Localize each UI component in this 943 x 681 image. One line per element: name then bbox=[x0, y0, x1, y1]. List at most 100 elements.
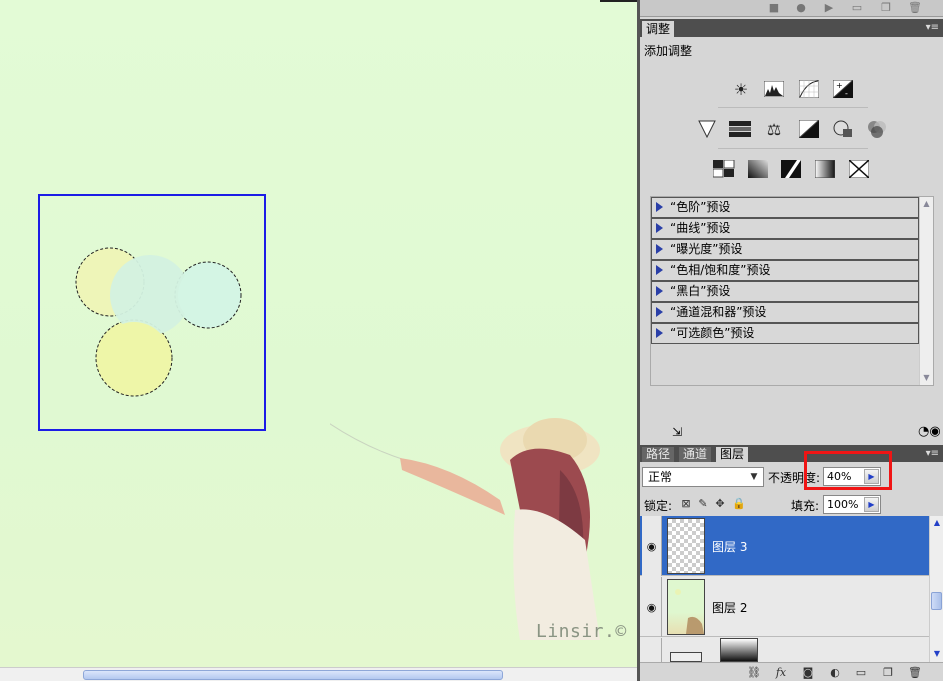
invert-icon[interactable] bbox=[713, 158, 735, 180]
expand-triangle-icon[interactable] bbox=[656, 307, 663, 317]
adjustment-row-2: ⚖ bbox=[640, 118, 943, 140]
blend-mode-select[interactable]: 正常 ▼ bbox=[642, 467, 764, 487]
layer-thumbnail-image bbox=[675, 589, 704, 634]
fill-field[interactable]: 100% ▶ bbox=[823, 495, 881, 514]
new-layer-icon[interactable]: ❐ bbox=[880, 665, 896, 680]
fill-label: 填充: bbox=[791, 499, 820, 513]
expand-triangle-icon[interactable] bbox=[656, 286, 663, 296]
layer-list: ◉ 图层 3 ◉ 图层 2 ▲ ▼ bbox=[640, 516, 943, 662]
link-layers-icon[interactable]: ⛓ bbox=[746, 665, 762, 680]
gradient-map-icon[interactable] bbox=[814, 158, 836, 180]
eye-slot[interactable] bbox=[642, 638, 662, 662]
list-item[interactable]: “通道混和器”预设 bbox=[651, 302, 919, 323]
layer-name[interactable]: 图层 2 bbox=[712, 599, 747, 616]
lock-transparent-icon[interactable]: ⊠ bbox=[680, 497, 692, 510]
record-icon[interactable]: ● bbox=[795, 2, 807, 14]
svg-text:-: - bbox=[845, 89, 848, 98]
right-panels: ■ ● ▶ ▭ ❐ 🗑 调整 ▾≡ 添加调整 ☀ + - ⚖ “色阶”预设 “曲… bbox=[640, 0, 943, 681]
list-item[interactable]: “可选颜色”预设 bbox=[651, 323, 919, 344]
exposure-icon[interactable]: + - bbox=[832, 78, 854, 100]
layer-thumbnail bbox=[667, 579, 705, 635]
list-item[interactable]: “曲线”预设 bbox=[651, 218, 919, 239]
horizontal-scrollbar[interactable] bbox=[0, 667, 637, 681]
layer-thumbnail bbox=[667, 518, 705, 574]
presets-scrollbar[interactable]: ▲ ▼ bbox=[919, 197, 933, 385]
black-white-icon[interactable] bbox=[798, 118, 820, 140]
layer-row[interactable]: ◉ 图层 2 bbox=[640, 577, 929, 637]
levels-icon[interactable] bbox=[763, 78, 785, 100]
scroll-up-icon[interactable]: ▲ bbox=[922, 199, 931, 208]
panel-menu-icon[interactable]: ▾≡ bbox=[926, 449, 939, 459]
top-panel-strip: ■ ● ▶ ▭ ❐ 🗑 bbox=[640, 0, 943, 17]
stop-icon[interactable]: ■ bbox=[768, 2, 780, 14]
scroll-down-icon[interactable]: ▼ bbox=[932, 649, 942, 659]
threshold-icon[interactable] bbox=[780, 158, 802, 180]
panel-menu-icon[interactable]: ▾≡ bbox=[926, 23, 939, 33]
list-item[interactable]: “色阶”预设 bbox=[651, 197, 919, 218]
fx-icon[interactable]: fx bbox=[773, 665, 789, 680]
chevron-down-icon[interactable]: ▼ bbox=[747, 469, 761, 485]
document-canvas[interactable]: Linsir.© China of pure colour bbox=[0, 0, 637, 667]
add-mask-icon[interactable]: ◙ bbox=[800, 665, 816, 680]
girl-photo bbox=[330, 418, 600, 640]
scrollbar-thumb[interactable] bbox=[931, 592, 942, 610]
expand-triangle-icon[interactable] bbox=[656, 265, 663, 275]
adjustment-separator bbox=[718, 107, 868, 108]
play-icon[interactable]: ▶ bbox=[823, 2, 835, 14]
vibrance-icon[interactable] bbox=[696, 118, 718, 140]
new-adjustment-icon[interactable]: ◐ bbox=[827, 665, 843, 680]
new-action-icon[interactable]: ❐ bbox=[880, 2, 892, 14]
adjustment-presets-list: “色阶”预设 “曲线”预设 “曝光度”预设 “色相/饱和度”预设 “黑白”预设 … bbox=[650, 196, 934, 386]
expand-triangle-icon[interactable] bbox=[656, 202, 663, 212]
expand-triangle-icon[interactable] bbox=[656, 328, 663, 338]
new-group-icon[interactable]: ▭ bbox=[853, 665, 869, 680]
color-balance-icon[interactable]: ⚖ bbox=[763, 118, 785, 140]
trash-icon[interactable]: 🗑 bbox=[907, 665, 923, 680]
lock-image-icon[interactable]: ✎ bbox=[697, 497, 709, 510]
layer-mask-thumbnail bbox=[720, 638, 758, 662]
photo-filter-icon[interactable] bbox=[832, 118, 854, 140]
trash-icon[interactable]: 🗑 bbox=[908, 2, 922, 14]
layers-tabbar: 路径 通道 图层 ▾≡ bbox=[640, 445, 943, 462]
adjustment-separator bbox=[718, 148, 868, 149]
list-item[interactable]: “曝光度”预设 bbox=[651, 239, 919, 260]
scroll-down-icon[interactable]: ▼ bbox=[922, 373, 931, 382]
hue-saturation-icon[interactable] bbox=[729, 118, 751, 140]
fill-slider-arrow-icon[interactable]: ▶ bbox=[864, 497, 879, 512]
expand-triangle-icon[interactable] bbox=[656, 223, 663, 233]
adjustment-row-1: ☀ + - bbox=[640, 78, 943, 100]
photoshop-window: Linsir.© China of pure colour ■ ● ▶ ▭ ❐ … bbox=[0, 0, 943, 681]
selective-color-icon[interactable] bbox=[848, 158, 870, 180]
visibility-toggle-icon[interactable]: ◔◉ bbox=[918, 424, 941, 439]
layer-row[interactable] bbox=[640, 638, 929, 662]
lock-all-icon[interactable]: 🔒 bbox=[732, 497, 746, 510]
channel-mixer-icon[interactable] bbox=[866, 118, 888, 140]
curves-icon[interactable] bbox=[798, 78, 820, 100]
scroll-up-icon[interactable]: ▲ bbox=[932, 518, 942, 528]
scrollbar-thumb[interactable] bbox=[83, 670, 503, 680]
layer-row[interactable]: ◉ 图层 3 bbox=[640, 516, 929, 576]
clip-to-layer-icon[interactable]: ⇲ bbox=[672, 425, 688, 439]
watermark-text: Linsir.© China of pure colour bbox=[536, 621, 637, 642]
adjustments-tabbar: 调整 ▾≡ bbox=[640, 19, 943, 37]
list-item[interactable]: “色相/饱和度”预设 bbox=[651, 260, 919, 281]
canvas-edge-mark bbox=[600, 0, 637, 2]
tab-channels[interactable]: 通道 bbox=[679, 447, 712, 462]
brightness-contrast-icon[interactable]: ☀ bbox=[730, 78, 752, 100]
layer-name[interactable]: 图层 3 bbox=[712, 538, 747, 555]
selection-rectangle bbox=[38, 194, 266, 431]
eye-icon[interactable]: ◉ bbox=[642, 516, 662, 576]
posterize-icon[interactable] bbox=[747, 158, 769, 180]
layers-footer: ⛓ fx ◙ ◐ ▭ ❐ 🗑 bbox=[640, 662, 943, 681]
adjustment-row-3 bbox=[640, 158, 943, 180]
layers-scrollbar[interactable]: ▲ ▼ bbox=[929, 516, 943, 662]
lock-position-icon[interactable]: ✥ bbox=[714, 497, 726, 510]
opacity-highlight-box bbox=[804, 451, 892, 490]
expand-triangle-icon[interactable] bbox=[656, 244, 663, 254]
eye-icon[interactable]: ◉ bbox=[642, 577, 662, 637]
tab-adjustments[interactable]: 调整 bbox=[642, 21, 675, 37]
list-item[interactable]: “黑白”预设 bbox=[651, 281, 919, 302]
folder-icon[interactable]: ▭ bbox=[851, 2, 863, 14]
tab-paths[interactable]: 路径 bbox=[642, 447, 675, 462]
tab-layers[interactable]: 图层 bbox=[716, 447, 749, 462]
